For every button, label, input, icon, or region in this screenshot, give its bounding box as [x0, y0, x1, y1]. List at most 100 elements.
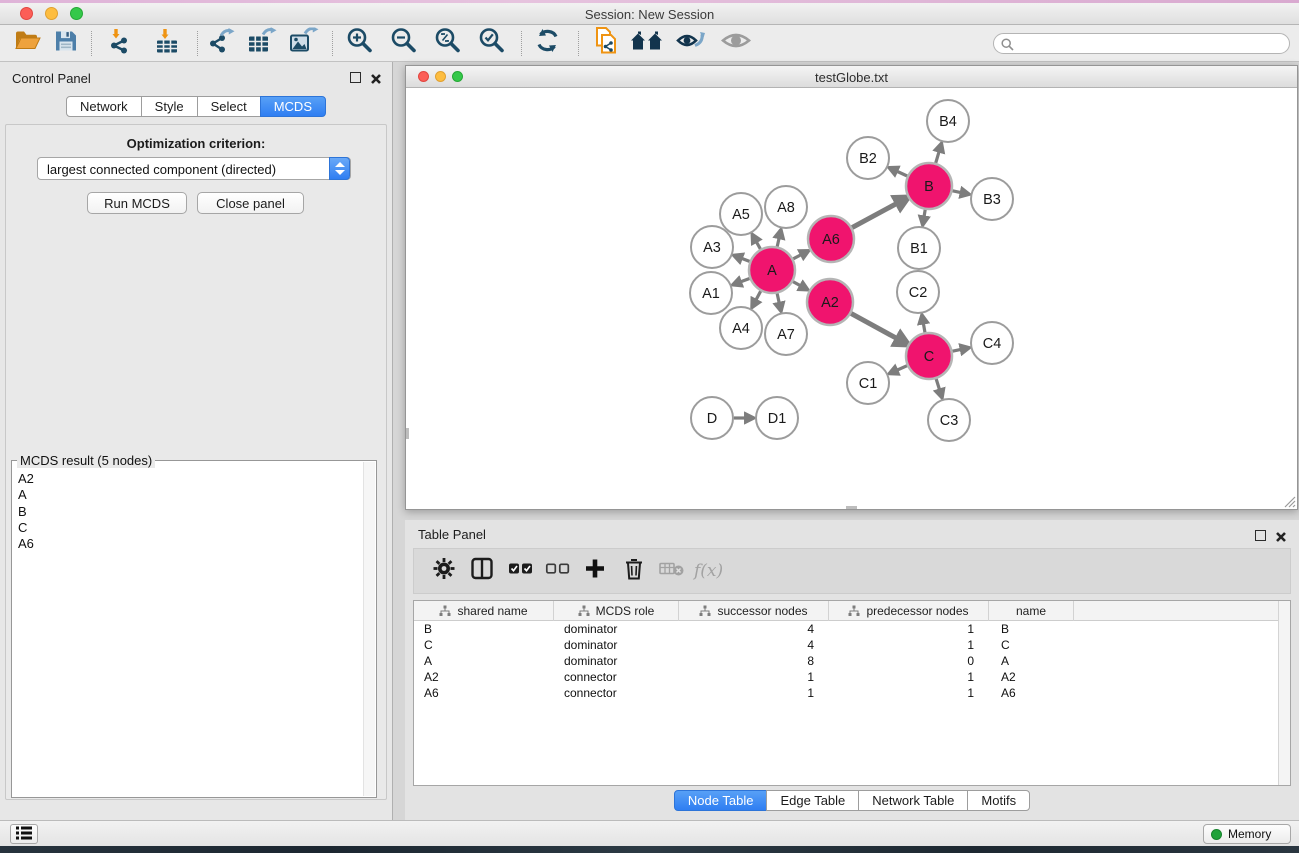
graph-edge-B-B1[interactable] — [924, 210, 925, 219]
table-row[interactable]: Bdominator41B — [414, 621, 1278, 637]
zoom-fit-icon[interactable] — [434, 27, 462, 60]
table-cell[interactable]: 8 — [679, 653, 829, 669]
table-cell[interactable]: B — [414, 621, 554, 637]
open-file-icon[interactable] — [14, 29, 41, 58]
close-panel-button[interactable]: Close panel — [197, 192, 304, 214]
import-table-icon[interactable] — [154, 28, 180, 59]
graph-edge-A2-C[interactable] — [851, 313, 899, 339]
graph-edge-C-C2[interactable] — [923, 322, 925, 333]
graph-node-C2[interactable]: C2 — [897, 271, 939, 313]
graph-node-A8[interactable]: A8 — [765, 186, 807, 228]
graph-node-C[interactable]: C — [906, 333, 952, 379]
mcds-result-item[interactable]: A2 — [18, 471, 362, 487]
graph-node-A5[interactable]: A5 — [720, 193, 762, 235]
graph-edge-C-C3[interactable] — [936, 379, 940, 391]
graph-node-B[interactable]: B — [906, 163, 952, 209]
table-cell[interactable]: A — [989, 653, 1074, 669]
graph-edge-A6-B[interactable] — [852, 202, 899, 227]
tab-style[interactable]: Style — [141, 96, 198, 117]
table-row[interactable]: Adominator80A — [414, 653, 1278, 669]
table-cell[interactable]: dominator — [554, 653, 679, 669]
float-panel-icon[interactable] — [350, 72, 362, 84]
network-canvas[interactable]: B4B2BB3A5A8A6B1A3AC2A1A2A4A7CC4C1C3DD1 — [406, 89, 1297, 509]
close-table-panel-icon[interactable] — [1275, 530, 1287, 542]
graph-edge-A-A8[interactable] — [777, 236, 779, 246]
export-network-icon[interactable] — [207, 28, 235, 59]
table-cell[interactable]: A6 — [989, 685, 1074, 701]
graph-edge-C-C1[interactable] — [895, 366, 907, 371]
table-cell[interactable]: 1 — [829, 669, 989, 685]
table-tab-motifs[interactable]: Motifs — [967, 790, 1030, 811]
search-input[interactable] — [1018, 35, 1278, 52]
hide-graphics-details-icon[interactable] — [675, 28, 705, 59]
zoom-in-icon[interactable] — [346, 27, 374, 60]
mcds-result-item[interactable]: A6 — [18, 536, 362, 552]
graph-node-B4[interactable]: B4 — [927, 100, 969, 142]
table-cell[interactable]: 4 — [679, 637, 829, 653]
graph-node-A1[interactable]: A1 — [690, 272, 732, 314]
graph-node-B3[interactable]: B3 — [971, 178, 1013, 220]
mcds-result-item[interactable]: B — [18, 504, 362, 520]
table-cell[interactable]: 1 — [679, 685, 829, 701]
table-row[interactable]: Cdominator41C — [414, 637, 1278, 653]
table-tab-node-table[interactable]: Node Table — [674, 790, 768, 811]
column-header-successor-nodes[interactable]: successor nodes — [679, 601, 829, 621]
optimization-criterion-select[interactable]: largest connected component (directed) — [37, 157, 351, 180]
clone-network-icon[interactable] — [592, 27, 620, 60]
table-tab-network-table[interactable]: Network Table — [858, 790, 968, 811]
table-cell[interactable]: 1 — [829, 685, 989, 701]
zoom-out-icon[interactable] — [390, 27, 418, 60]
deselect-all-rows-icon[interactable] — [545, 562, 571, 581]
horizontal-scroll-indicator[interactable] — [846, 506, 857, 509]
graph-edge-A-A2[interactable] — [793, 282, 802, 287]
float-table-panel-icon[interactable] — [1255, 530, 1267, 542]
table-cell[interactable]: 0 — [829, 653, 989, 669]
graph-node-A4[interactable]: A4 — [720, 307, 762, 349]
graph-edge-A-A6[interactable] — [793, 254, 802, 259]
memory-button[interactable]: Memory — [1203, 824, 1291, 844]
table-cell[interactable]: A — [414, 653, 554, 669]
table-settings-icon[interactable] — [432, 557, 456, 586]
graph-node-A6[interactable]: A6 — [808, 216, 854, 262]
table-row[interactable]: A6connector11A6 — [414, 685, 1278, 701]
tab-mcds[interactable]: MCDS — [260, 96, 326, 117]
graph-edge-A-A7[interactable] — [777, 293, 779, 304]
table-cell[interactable]: B — [989, 621, 1074, 637]
column-header-mcds-role[interactable]: MCDS role — [554, 601, 679, 621]
graph-node-B2[interactable]: B2 — [847, 137, 889, 179]
result-scrollbar[interactable] — [363, 462, 375, 796]
graph-edge-A-A4[interactable] — [755, 291, 761, 301]
table-scrollbar[interactable] — [1278, 601, 1290, 785]
column-header-shared-name[interactable]: shared name — [414, 601, 554, 621]
graph-node-C4[interactable]: C4 — [971, 322, 1013, 364]
run-mcds-button[interactable]: Run MCDS — [87, 192, 187, 214]
refresh-layout-icon[interactable] — [534, 28, 562, 59]
network-window-titlebar[interactable]: testGlobe.txt — [406, 66, 1297, 88]
table-cell[interactable]: C — [414, 637, 554, 653]
resize-grip-icon[interactable] — [1284, 496, 1296, 508]
mcds-result-item[interactable]: A — [18, 487, 362, 503]
graph-edge-A-A5[interactable] — [756, 240, 761, 249]
table-cell[interactable]: 1 — [829, 637, 989, 653]
export-table-icon[interactable] — [247, 28, 277, 59]
table-cell[interactable]: 1 — [679, 669, 829, 685]
graph-edge-C-C4[interactable] — [953, 349, 963, 351]
graph-node-B1[interactable]: B1 — [898, 227, 940, 269]
export-image-icon[interactable] — [289, 28, 319, 59]
table-cell[interactable]: A2 — [989, 669, 1074, 685]
graph-node-A7[interactable]: A7 — [765, 313, 807, 355]
graph-node-C3[interactable]: C3 — [928, 399, 970, 441]
table-cell[interactable]: A6 — [414, 685, 554, 701]
table-cell[interactable]: connector — [554, 669, 679, 685]
tab-select[interactable]: Select — [197, 96, 261, 117]
graph-edge-B-B4[interactable] — [936, 150, 940, 163]
graph-node-D1[interactable]: D1 — [756, 397, 798, 439]
table-tab-edge-table[interactable]: Edge Table — [766, 790, 859, 811]
graph-node-D[interactable]: D — [691, 397, 733, 439]
table-cell[interactable]: 1 — [829, 621, 989, 637]
column-view-icon[interactable] — [470, 557, 494, 586]
table-row[interactable]: A2connector11A2 — [414, 669, 1278, 685]
column-header-predecessor-nodes[interactable]: predecessor nodes — [829, 601, 989, 621]
table-cell[interactable]: A2 — [414, 669, 554, 685]
table-cell[interactable]: dominator — [554, 621, 679, 637]
